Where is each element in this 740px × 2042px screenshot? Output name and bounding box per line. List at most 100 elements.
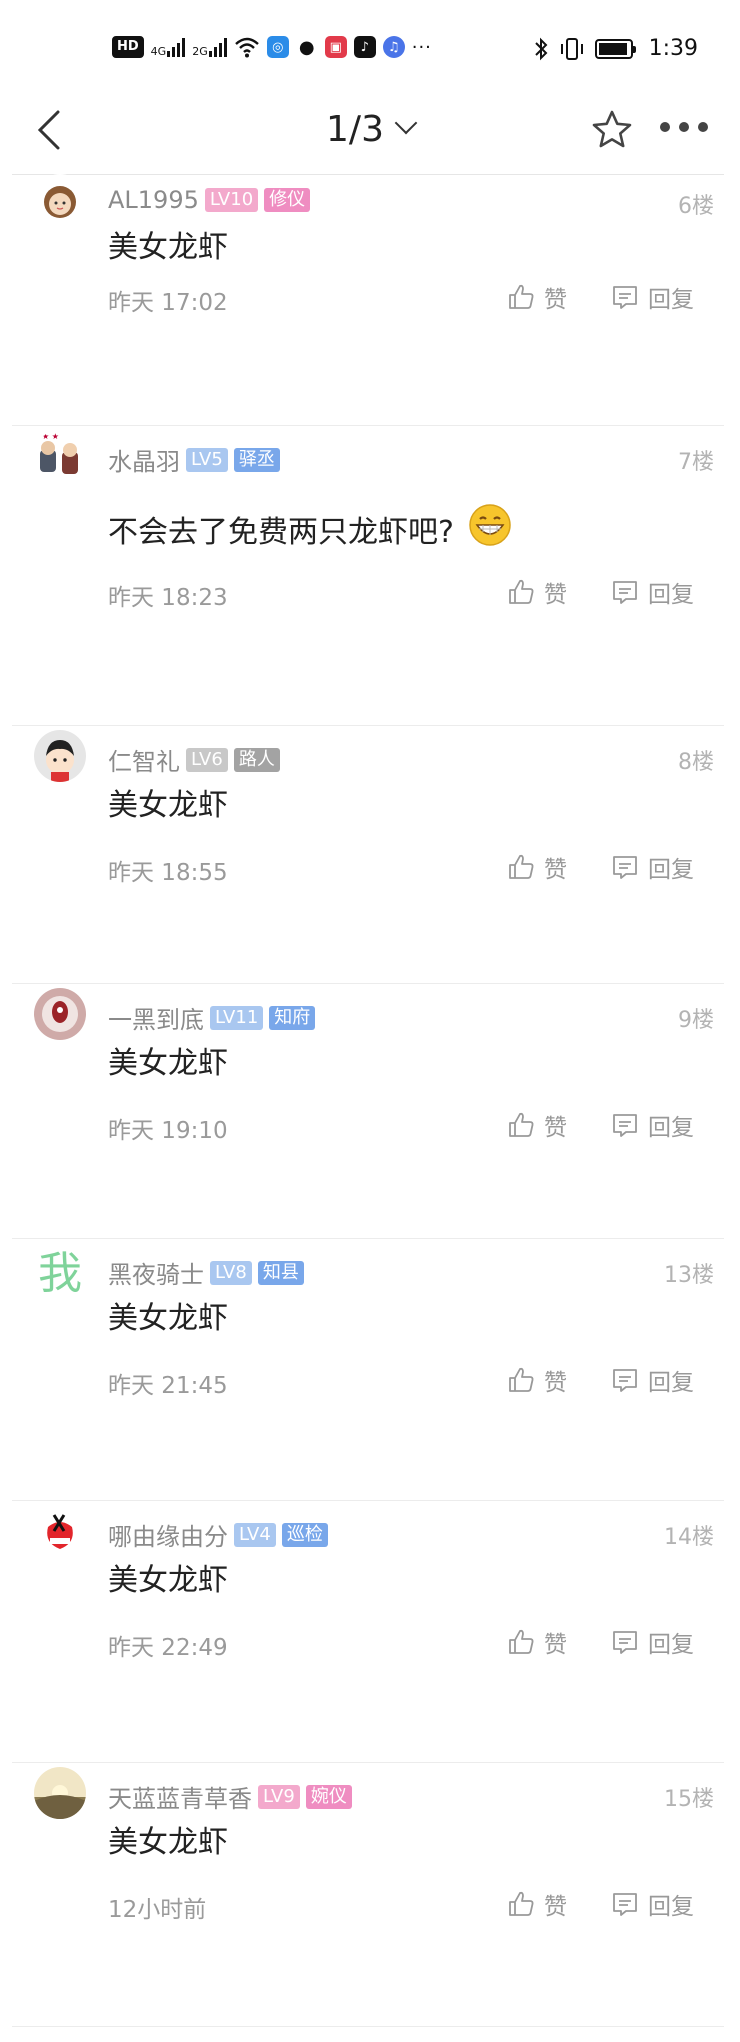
like-button[interactable]: 赞: [506, 280, 567, 314]
post-text: 美女龙虾: [108, 788, 228, 823]
wechat-icon: ●: [295, 36, 318, 58]
page-indicator: 1/3: [326, 109, 384, 150]
username[interactable]: 黑夜骑士: [108, 1255, 204, 1290]
level-badge: LV4: [234, 1522, 276, 1547]
clock: 1:39: [648, 36, 698, 61]
reply-icon: [610, 282, 640, 312]
hd-icon: HD: [112, 36, 144, 58]
avatar[interactable]: 我: [34, 1243, 86, 1295]
reply-button[interactable]: 回复: [610, 1363, 694, 1397]
music-app-icon: ♫: [382, 36, 405, 58]
post-item: 仁智礼 LV6 路人 8楼 美女龙虾 昨天 18:55 赞 回复: [12, 725, 724, 984]
floor-number: 9楼: [678, 1008, 714, 1033]
floor-number: 8楼: [678, 750, 714, 775]
thumbs-up-icon: [506, 1889, 536, 1919]
thumbs-up-icon: [506, 1627, 536, 1657]
like-label: 赞: [544, 1115, 567, 1141]
reply-icon: [610, 1110, 640, 1140]
thumbs-up-icon: [506, 852, 536, 882]
svg-text:★ ★: ★ ★: [42, 432, 59, 441]
reply-button[interactable]: 回复: [610, 280, 694, 314]
post-time: 昨天 22:49: [108, 1635, 228, 1661]
username[interactable]: 哪由缘由分: [108, 1517, 228, 1552]
title-badge: 巡检: [281, 1522, 328, 1547]
post-content: 美女龙虾: [108, 222, 228, 266]
post-content: 不会去了免费两只龙虾吧?: [108, 503, 512, 555]
reply-label: 回复: [648, 1115, 694, 1141]
reply-label: 回复: [648, 1370, 694, 1396]
post-content: 美女龙虾: [108, 780, 228, 824]
signal-2g-icon: 2G: [192, 37, 227, 57]
avatar[interactable]: [34, 988, 86, 1040]
post-time: 昨天 18:55: [108, 860, 228, 886]
title-badge: 驿丞: [233, 447, 280, 472]
like-button[interactable]: 赞: [506, 1363, 567, 1397]
like-label: 赞: [544, 857, 567, 883]
thumbs-up-icon: [506, 282, 536, 312]
like-label: 赞: [544, 1632, 567, 1658]
like-button[interactable]: 赞: [506, 575, 567, 609]
like-button[interactable]: 赞: [506, 1887, 567, 1921]
reply-label: 回复: [648, 582, 694, 608]
post-text: 美女龙虾: [108, 1046, 228, 1081]
post-meta: 一黑到底 LV11 知府: [108, 1000, 316, 1035]
username[interactable]: 天蓝蓝青草香: [108, 1779, 252, 1814]
username[interactable]: AL1995: [108, 186, 199, 214]
more-icon[interactable]: [660, 122, 712, 136]
gift-app-icon: ▣: [324, 36, 347, 58]
reply-button[interactable]: 回复: [610, 1108, 694, 1142]
floor-number: 14楼: [664, 1525, 714, 1550]
level-badge: LV8: [210, 1260, 252, 1285]
signal-4g-icon: 4G: [151, 37, 186, 57]
reply-button[interactable]: 回复: [610, 850, 694, 884]
avatar[interactable]: [34, 1767, 86, 1819]
level-badge: LV9: [258, 1784, 300, 1809]
avatar[interactable]: ★ ★: [34, 430, 86, 482]
wifi-icon: [234, 37, 259, 58]
post-time: 昨天 18:23: [108, 585, 228, 611]
chevron-down-icon: [394, 111, 418, 135]
post-content: 美女龙虾: [108, 1293, 228, 1337]
post-item: 天蓝蓝青草香 LV9 婉仪 15楼 美女龙虾 12小时前 赞 回复: [12, 1762, 724, 2027]
avatar[interactable]: [34, 174, 86, 226]
like-button[interactable]: 赞: [506, 1625, 567, 1659]
username[interactable]: 水晶羽: [108, 442, 180, 477]
post-text: 美女龙虾: [108, 1825, 228, 1860]
post-text: 美女龙虾: [108, 1563, 228, 1598]
thumbs-up-icon: [506, 577, 536, 607]
post-meta: 黑夜骑士 LV8 知县: [108, 1255, 304, 1290]
title-badge: 知县: [257, 1260, 304, 1285]
post-item: 我黑夜骑士 LV8 知县 13楼美女龙虾昨天 21:45 赞 回复: [12, 1238, 724, 1501]
post-item: AL1995 LV10 修仪 6楼 美女龙虾 昨天 17:02 赞 回复: [12, 174, 724, 426]
post-content: 美女龙虾: [108, 1038, 228, 1082]
floor-number: 6楼: [678, 194, 714, 219]
post-time: 昨天 21:45: [108, 1373, 228, 1399]
vibrate-icon: [560, 37, 583, 60]
post-meta: AL1995 LV10 修仪: [108, 186, 311, 214]
nav-bar: 1/3: [0, 100, 740, 175]
grinning-face-icon: [468, 503, 512, 555]
post-text: 美女龙虾: [108, 1301, 228, 1336]
level-badge: LV11: [210, 1005, 264, 1030]
reply-button[interactable]: 回复: [610, 1887, 694, 1921]
reply-button[interactable]: 回复: [610, 575, 694, 609]
avatar[interactable]: [34, 1505, 86, 1557]
avatar[interactable]: [34, 730, 86, 782]
floor-number: 13楼: [664, 1263, 714, 1288]
post-text: 不会去了免费两只龙虾吧?: [108, 515, 454, 550]
reply-button[interactable]: 回复: [610, 1625, 694, 1659]
post-item: ★ ★ 水晶羽 LV5 驿丞 7楼 不会去了免费两只龙虾吧? 昨天 18:23 赞 回复: [12, 425, 724, 726]
username[interactable]: 仁智礼: [108, 742, 180, 777]
bluetooth-icon: [534, 37, 548, 60]
post-meta: 天蓝蓝青草香 LV9 婉仪: [108, 1779, 352, 1814]
post-content: 美女龙虾: [108, 1555, 228, 1599]
post-item: 一黑到底 LV11 知府 9楼 美女龙虾 昨天 19:10 赞 回复: [12, 983, 724, 1239]
star-icon[interactable]: [590, 108, 634, 152]
like-button[interactable]: 赞: [506, 850, 567, 884]
tiktok-icon: ♪: [353, 36, 376, 58]
status-bar: HD 4G 2G ◎ ● ▣ ♪ ♫ ··· 1:39: [0, 0, 740, 100]
floor-number: 7楼: [678, 450, 714, 475]
title-badge: 路人: [233, 747, 280, 772]
like-button[interactable]: 赞: [506, 1108, 567, 1142]
username[interactable]: 一黑到底: [108, 1000, 204, 1035]
